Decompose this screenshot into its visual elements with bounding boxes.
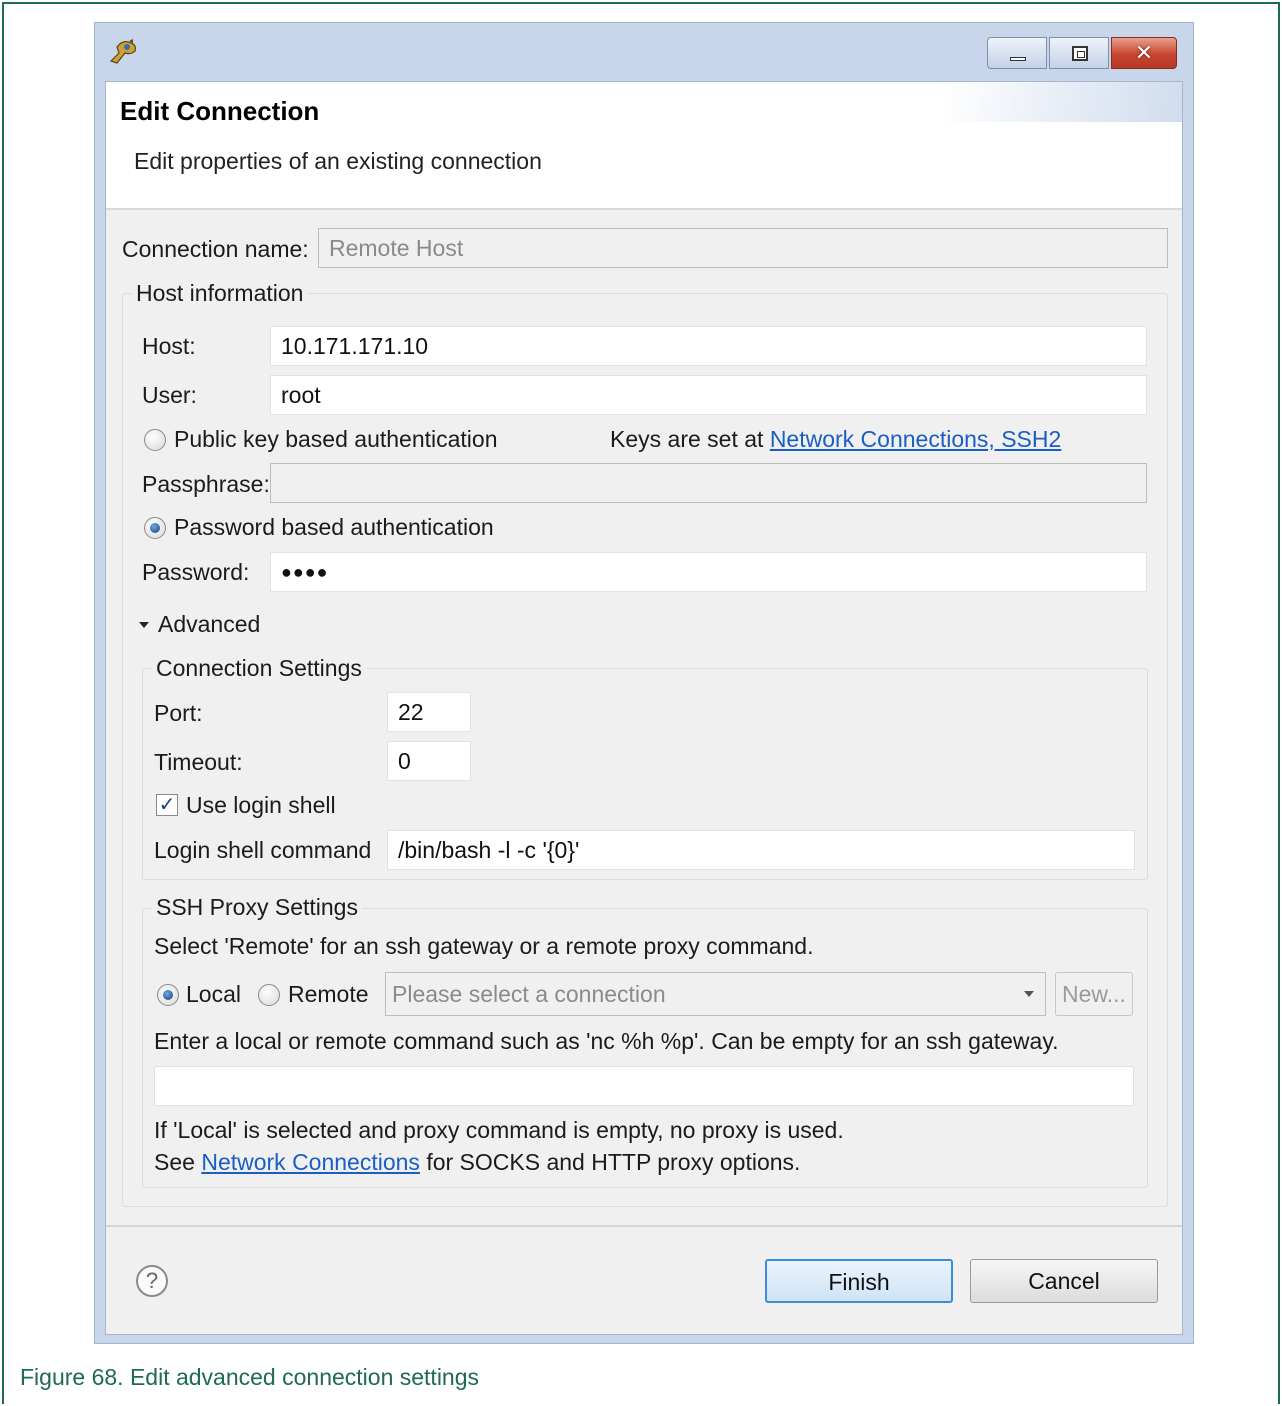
minimize-button[interactable]: [987, 37, 1047, 69]
proxy-connection-select: Please select a connection: [385, 972, 1046, 1016]
dialog-title: Edit Connection: [120, 96, 320, 126]
passphrase-label: Passphrase:: [142, 471, 270, 497]
public-key-radio[interactable]: [144, 429, 166, 451]
maximize-icon: [1072, 46, 1088, 61]
timeout-input[interactable]: 0: [387, 741, 471, 781]
password-label: Password:: [142, 559, 250, 585]
dropdown-arrow-icon: [1024, 991, 1034, 997]
login-shell-command-label: Login shell command: [154, 837, 372, 863]
proxy-connection-placeholder: Please select a connection: [392, 981, 666, 1007]
password-input[interactable]: ●●●●: [270, 552, 1147, 592]
eclipse-app-icon: [109, 39, 137, 64]
help-icon[interactable]: ?: [136, 1265, 168, 1297]
new-connection-button: New...: [1055, 972, 1133, 1016]
proxy-note-line2: See Network Connections for SOCKS and HT…: [154, 1149, 800, 1176]
close-button[interactable]: ✕: [1111, 37, 1177, 69]
proxy-note-suffix: for SOCKS and HTTP proxy options.: [419, 1149, 801, 1175]
login-shell-command-input[interactable]: /bin/bash -l -c '{0}': [387, 830, 1135, 870]
proxy-command-hint: Enter a local or remote command such as …: [154, 1028, 1059, 1054]
password-auth-label: Password based authentication: [174, 514, 494, 540]
footer-separator: [106, 1225, 1182, 1227]
public-key-label: Public key based authentication: [174, 426, 498, 452]
proxy-note-prefix: See: [154, 1149, 202, 1175]
timeout-label: Timeout:: [154, 749, 243, 775]
advanced-toggle[interactable]: Advanced: [158, 611, 260, 638]
user-label: User:: [142, 382, 197, 408]
dialog-header: Edit Connection Edit properties of an ex…: [106, 82, 1182, 210]
minimize-icon: [1010, 57, 1026, 61]
keys-set-text: Keys are set at Network Connections, SSH…: [610, 426, 1061, 453]
close-icon: ✕: [1134, 40, 1154, 65]
use-login-shell-checkbox[interactable]: ✓: [156, 794, 178, 816]
connection-name-field: Remote Host: [318, 228, 1168, 268]
port-label: Port:: [154, 700, 203, 726]
proxy-instruction: Select 'Remote' for an ssh gateway or a …: [154, 933, 814, 959]
keys-set-prefix: Keys are set at: [610, 426, 770, 452]
host-information-label: Host information: [132, 280, 308, 307]
ssh2-settings-link[interactable]: Network Connections, SSH2: [770, 426, 1061, 452]
proxy-local-radio[interactable]: [157, 984, 179, 1006]
network-connections-link[interactable]: Network Connections: [201, 1149, 420, 1175]
proxy-note-line1: If 'Local' is selected and proxy command…: [154, 1117, 844, 1143]
passphrase-input: [270, 463, 1147, 503]
figure-caption: Figure 68. Edit advanced connection sett…: [20, 1364, 480, 1390]
ssh-proxy-label: SSH Proxy Settings: [152, 894, 362, 921]
title-bar: ✕: [95, 23, 1193, 81]
proxy-local-label: Local: [186, 981, 241, 1007]
header-decoration: [942, 82, 1182, 122]
expand-triangle-icon[interactable]: [138, 620, 150, 630]
maximize-button[interactable]: [1049, 37, 1109, 69]
connection-settings-label: Connection Settings: [152, 655, 366, 682]
password-auth-radio[interactable]: [144, 517, 166, 539]
port-input[interactable]: 22: [387, 692, 471, 732]
host-label: Host:: [142, 333, 196, 359]
proxy-remote-radio[interactable]: [258, 984, 280, 1006]
dialog-description: Edit properties of an existing connectio…: [134, 148, 542, 174]
connection-name-label: Connection name:: [122, 236, 309, 262]
user-input[interactable]: root: [270, 375, 1147, 415]
dialog-window: ✕ Edit Connection Edit properties of an …: [94, 22, 1194, 1344]
use-login-shell-label: Use login shell: [186, 792, 336, 818]
host-input[interactable]: 10.171.171.10: [270, 326, 1147, 366]
cancel-button[interactable]: Cancel: [970, 1259, 1158, 1303]
proxy-command-input[interactable]: [154, 1066, 1134, 1106]
dialog-client: Edit Connection Edit properties of an ex…: [105, 81, 1183, 1335]
proxy-remote-label: Remote: [288, 981, 369, 1007]
finish-button[interactable]: Finish: [765, 1259, 953, 1303]
